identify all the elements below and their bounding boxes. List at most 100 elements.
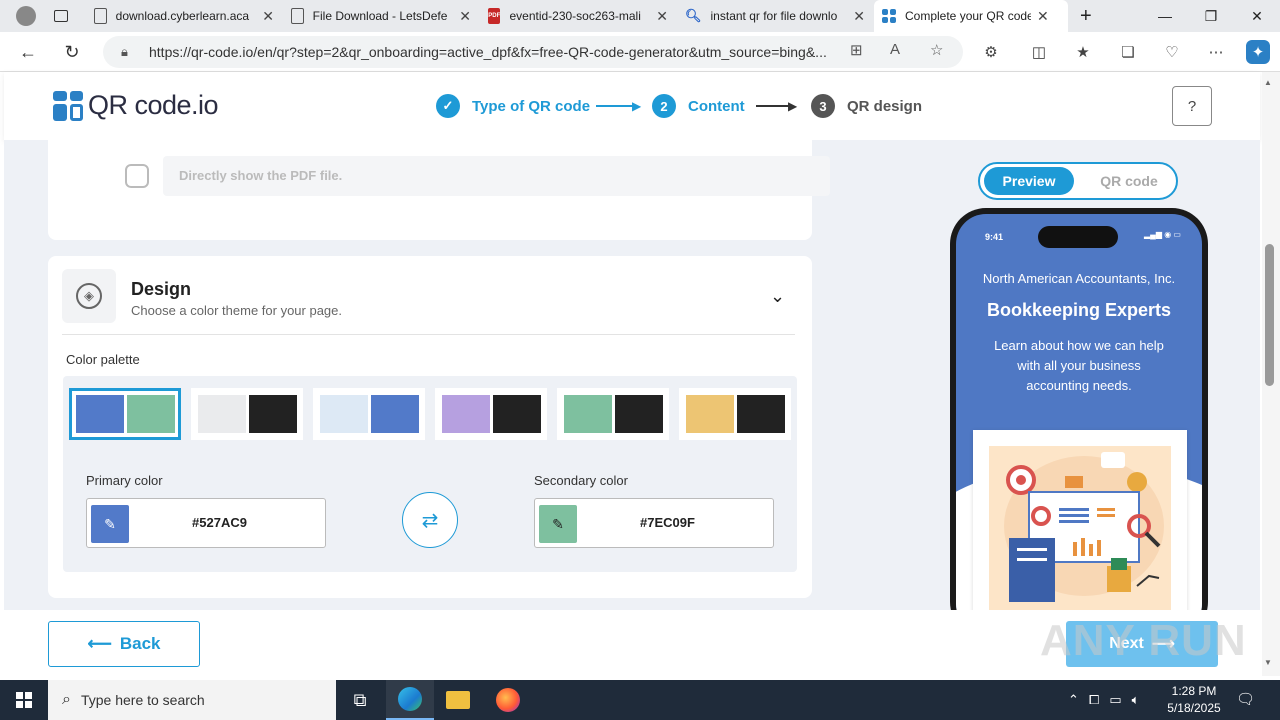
close-window-icon[interactable]: ✕ <box>1234 0 1280 32</box>
new-tab-button[interactable]: + <box>1072 0 1102 32</box>
scroll-up-icon[interactable]: ▲ <box>1264 78 1272 87</box>
close-tab-icon[interactable]: ✕ <box>262 8 274 25</box>
copilot-icon[interactable]: ✦ <box>1246 40 1270 64</box>
more-menu-icon[interactable]: ⋯ <box>1204 40 1228 64</box>
help-button[interactable]: ? <box>1172 86 1212 126</box>
performance-icon[interactable]: ♡ <box>1160 40 1184 64</box>
arrow-left-icon: ⟵ <box>87 634 112 653</box>
palette-option-6[interactable] <box>679 388 791 440</box>
primary-color-value[interactable]: #527AC9 <box>137 499 302 547</box>
browser-tab-2[interactable]: File Download - LetsDefe ✕ <box>283 0 479 32</box>
step-connector <box>596 105 636 107</box>
secondary-color-value[interactable]: #7EC09F <box>585 499 750 547</box>
pencil-icon[interactable]: ✎ <box>539 505 577 543</box>
step-content[interactable]: 2 Content <box>652 94 745 118</box>
task-view-icon[interactable]: ⧉ <box>336 680 384 720</box>
phone-time: 9:41 <box>985 232 1004 242</box>
qrcode-tab[interactable]: QR code <box>1084 167 1174 195</box>
site-header: QR code.io ✓ Type of QR code ▶ 2 Content… <box>4 72 1260 140</box>
step-qr-design[interactable]: 3 QR design <box>811 94 922 118</box>
split-screen-icon[interactable]: ◫ <box>1027 40 1051 64</box>
favorites-icon[interactable]: ★ <box>1071 40 1095 64</box>
preview-tab[interactable]: Preview <box>984 167 1074 195</box>
scrollbar-thumb[interactable] <box>1265 244 1274 386</box>
design-section-icon: ◈ <box>62 269 116 323</box>
read-aloud-icon[interactable]: A <box>890 41 900 58</box>
tab-title: File Download - LetsDefe <box>312 9 448 23</box>
help-icon: ? <box>1187 97 1197 115</box>
logo-text: QR code.io <box>88 90 219 120</box>
step-number: 3 <box>811 94 835 118</box>
restore-icon[interactable]: ❐ <box>1188 0 1234 32</box>
tab-actions-icon[interactable] <box>46 0 78 32</box>
firefox-icon[interactable] <box>484 680 532 720</box>
start-button[interactable] <box>0 680 48 720</box>
close-tab-icon[interactable]: ✕ <box>1037 8 1049 25</box>
design-subtitle: Choose a color theme for your page. <box>131 303 343 318</box>
profile-avatar[interactable] <box>8 0 44 32</box>
notification-icon[interactable]: 🗨︎ <box>1236 690 1255 708</box>
edge-taskbar-icon[interactable] <box>386 680 434 720</box>
favorite-star-icon[interactable]: ☆ <box>930 41 943 59</box>
scroll-down-icon[interactable]: ▼ <box>1264 658 1272 667</box>
site-logo[interactable]: QR code.io <box>53 90 219 121</box>
secondary-color-field[interactable]: ✎ #7EC09F <box>534 498 774 548</box>
volume-icon[interactable]: 🔈︎ <box>1132 692 1140 708</box>
minimize-icon[interactable]: — <box>1142 0 1188 32</box>
refresh-icon[interactable]: ↻ <box>58 38 86 66</box>
pencil-icon[interactable]: ✎ <box>91 505 129 543</box>
paint-bucket-icon: ◈ <box>76 283 102 309</box>
swap-colors-button[interactable]: ⇄ <box>402 492 458 548</box>
windows-logo-icon <box>16 692 32 708</box>
url-field[interactable]: 🔒︎ https://qr-code.io/en/qr?step=2&qr_on… <box>103 36 963 68</box>
step-type-of-qr[interactable]: ✓ Type of QR code <box>436 94 590 118</box>
app-available-icon[interactable]: ⊞ <box>850 41 863 59</box>
secondary-color-label: Secondary color <box>534 473 628 488</box>
close-tab-icon[interactable]: ✕ <box>853 8 865 25</box>
tab-title: eventid-230-soc263-mali <box>509 9 641 23</box>
accounting-illustration <box>989 446 1171 610</box>
browser-tab-1[interactable]: download.cyberlearn.aca ✕ <box>86 0 282 32</box>
color-palette-label: Color palette <box>66 352 140 367</box>
windows-taskbar: ⌕ Type here to search ⧉ ⌃ ⧠ ▭ 🔈︎ 1:28 PM… <box>0 680 1280 720</box>
collections-icon[interactable]: ❏ <box>1116 40 1140 64</box>
chevron-up-icon[interactable]: ⌃ <box>1068 692 1079 708</box>
browser-tab-5-active[interactable]: Complete your QR code ✕ <box>874 0 1068 32</box>
close-tab-icon[interactable]: ✕ <box>459 8 471 25</box>
taskbar-search[interactable]: ⌕ Type here to search <box>48 680 336 720</box>
back-arrow-icon[interactable]: ← <box>14 38 42 66</box>
network-icon[interactable]: ⧠ <box>1089 692 1099 708</box>
pdf-icon: PDF <box>488 8 501 24</box>
step-number: 2 <box>652 94 676 118</box>
step-connector <box>756 105 792 107</box>
design-title[interactable]: Design <box>131 279 191 300</box>
tab-title: Complete your QR code <box>905 9 1031 23</box>
anyrun-watermark: ANY RUN <box>1040 616 1247 665</box>
close-tab-icon[interactable]: ✕ <box>656 8 668 25</box>
show-pdf-label: Directly show the PDF file. <box>163 156 830 196</box>
tab-title: instant qr for file downlo <box>710 9 838 23</box>
palette-option-1[interactable] <box>69 388 181 440</box>
device-icon[interactable]: ▭ <box>1109 692 1121 708</box>
extensions-icon[interactable]: ⚙ <box>979 40 1003 64</box>
clock-time: 1:28 PM <box>1171 684 1217 698</box>
phone-screen: 9:41 ▂▄▆ ◉ ▭ North American Accountants,… <box>956 214 1202 610</box>
taskbar-clock[interactable]: 1:28 PM 5/18/2025 <box>1166 683 1222 717</box>
palette-option-3[interactable] <box>313 388 425 440</box>
step-label: Content <box>688 97 745 115</box>
lock-icon: 🔒︎ <box>121 44 128 59</box>
step-label: Type of QR code <box>472 97 591 115</box>
page-icon <box>94 8 107 24</box>
chevron-down-icon[interactable]: ⌄ <box>770 286 785 307</box>
palette-option-5[interactable] <box>557 388 669 440</box>
palette-option-4[interactable] <box>435 388 547 440</box>
file-explorer-icon[interactable] <box>434 680 482 720</box>
browser-tab-4[interactable]: 🔍︎ instant qr for file downlo ✕ <box>677 0 873 32</box>
primary-color-field[interactable]: ✎ #527AC9 <box>86 498 326 548</box>
swap-arrows-icon: ⇄ <box>421 509 439 532</box>
back-button[interactable]: ⟵ Back <box>48 621 200 667</box>
browser-tab-3[interactable]: PDF eventid-230-soc263-mali ✕ <box>480 0 676 32</box>
qrcode-logo-icon <box>53 90 83 121</box>
palette-option-2[interactable] <box>191 388 303 440</box>
show-pdf-checkbox[interactable] <box>125 164 149 188</box>
